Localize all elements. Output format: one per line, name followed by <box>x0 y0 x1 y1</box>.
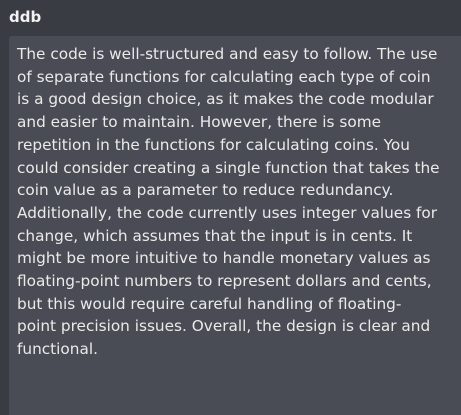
chat-panel: ddb The code is well-structured and easy… <box>0 0 461 415</box>
author-name: ddb <box>9 8 42 26</box>
message-text: The code is well-structured and easy to … <box>17 45 440 359</box>
message-bubble: The code is well-structured and easy to … <box>9 36 461 415</box>
